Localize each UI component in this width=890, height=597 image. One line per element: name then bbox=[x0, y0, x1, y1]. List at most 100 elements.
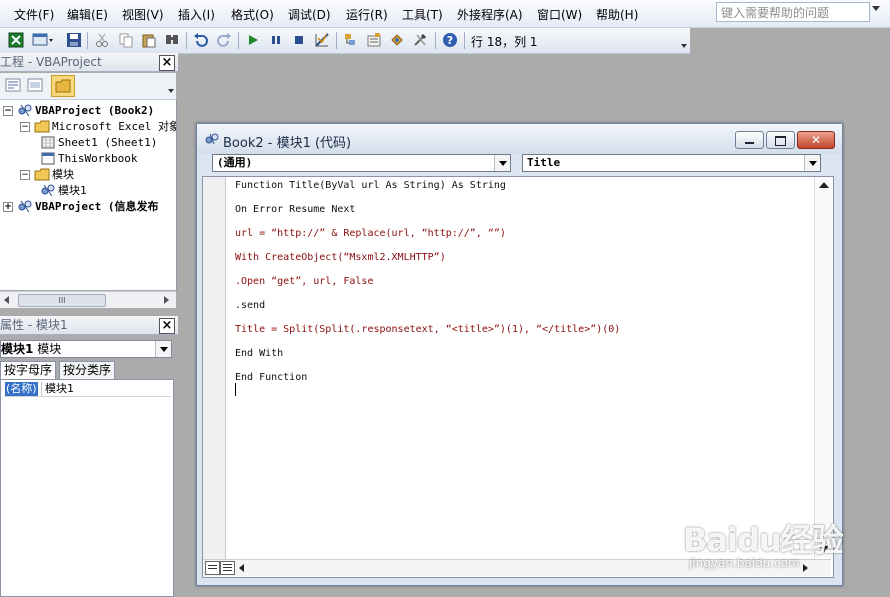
tree-item-label: Sheet1 (Sheet1) bbox=[58, 136, 158, 149]
toolbar-separator bbox=[87, 32, 88, 49]
menu-file[interactable]: 文件(F) bbox=[14, 6, 54, 23]
close-button[interactable]: ✕ bbox=[797, 131, 835, 149]
scroll-up-icon[interactable] bbox=[819, 182, 829, 188]
code-line: Function Title(ByVal url As String) As S… bbox=[235, 180, 506, 191]
watermark-url: jingyan.baidu.com bbox=[689, 556, 800, 570]
code-window-titlebar[interactable]: Book2 - 模块1 (代码) ✕ bbox=[197, 124, 842, 154]
tree-item[interactable]: ThisWorkbook bbox=[0, 152, 176, 166]
scroll-right-icon[interactable] bbox=[803, 564, 808, 572]
properties-icon[interactable] bbox=[366, 32, 382, 48]
code-vertical-scrollbar[interactable] bbox=[814, 177, 832, 559]
menu-format[interactable]: 格式(O) bbox=[231, 6, 274, 23]
menu-bar: 文件(F) 编辑(E) 视图(V) 插入(I) 格式(O) 调试(D) 运行(R… bbox=[0, 0, 890, 28]
project-panel-title: 工程 - VBAProject bbox=[0, 53, 178, 72]
tree-item[interactable]: − Microsoft Excel 对象 bbox=[0, 120, 176, 134]
collapse-icon[interactable]: − bbox=[20, 170, 30, 180]
copy-icon[interactable] bbox=[118, 32, 134, 48]
procedure-combo[interactable]: Title bbox=[522, 154, 821, 172]
project-tree: − VBAProject (Book2) − Microsoft Excel 对象 Sh… bbox=[0, 100, 177, 290]
tab-alphabetic[interactable]: 按字母序 bbox=[0, 361, 57, 379]
minimize-button[interactable] bbox=[735, 131, 764, 149]
expand-icon[interactable]: + bbox=[3, 202, 13, 212]
redo-icon[interactable] bbox=[216, 32, 232, 48]
object-type: 模块 bbox=[37, 342, 62, 356]
toolbox-icon[interactable] bbox=[412, 32, 428, 48]
chevron-down-icon[interactable] bbox=[155, 341, 171, 357]
project-explorer-icon[interactable] bbox=[343, 32, 359, 48]
find-icon[interactable] bbox=[164, 32, 180, 48]
tree-item[interactable]: + VBAProject (信息发布 bbox=[0, 200, 176, 214]
paste-icon[interactable] bbox=[141, 32, 157, 48]
chevron-down-icon[interactable] bbox=[804, 155, 820, 171]
undo-icon[interactable] bbox=[193, 32, 209, 48]
code-line: url = “http://” & Replace(url, “http://”… bbox=[235, 228, 506, 239]
full-module-view-icon[interactable] bbox=[220, 561, 235, 575]
design-mode-icon[interactable] bbox=[314, 32, 330, 48]
scroll-thumb[interactable]: III bbox=[18, 294, 106, 307]
procedure-view-icon[interactable] bbox=[205, 561, 220, 575]
run-icon[interactable] bbox=[245, 32, 261, 48]
margin-indicator-bar[interactable] bbox=[203, 177, 226, 559]
help-dropdown-icon[interactable] bbox=[872, 6, 880, 11]
menu-run[interactable]: 运行(R) bbox=[346, 6, 388, 23]
view-code-icon[interactable] bbox=[5, 78, 21, 92]
tree-item-label: VBAProject (Book2) bbox=[35, 104, 155, 117]
break-icon[interactable] bbox=[268, 32, 284, 48]
help-icon[interactable]: ? bbox=[442, 32, 458, 48]
restore-button[interactable] bbox=[766, 131, 795, 149]
tree-item-label: 模块 bbox=[52, 168, 74, 181]
collapse-icon[interactable]: − bbox=[3, 106, 13, 116]
tab-categorized[interactable]: 按分类序 bbox=[59, 361, 116, 379]
scroll-left-icon[interactable] bbox=[239, 564, 244, 572]
grid-divider bbox=[41, 382, 42, 396]
cursor-position-readout: 行 18，列 1 bbox=[471, 35, 538, 49]
code-line: .send bbox=[235, 300, 266, 311]
reset-icon[interactable] bbox=[291, 32, 307, 48]
cut-icon[interactable] bbox=[94, 32, 110, 48]
save-icon[interactable] bbox=[66, 32, 82, 48]
folder-icon bbox=[34, 168, 50, 181]
property-name: (名称) bbox=[5, 382, 38, 396]
toolbar-separator bbox=[238, 32, 239, 49]
menu-window[interactable]: 窗口(W) bbox=[537, 6, 582, 23]
menu-view[interactable]: 视图(V) bbox=[122, 6, 164, 23]
property-row[interactable]: (名称) 模块1 bbox=[3, 382, 171, 397]
tree-item[interactable]: 模块1 bbox=[0, 184, 176, 198]
project-panel-toolbar bbox=[0, 73, 176, 100]
vba-project-icon bbox=[17, 200, 33, 213]
tree-item[interactable]: − 模块 bbox=[0, 168, 176, 182]
menu-insert[interactable]: 插入(I) bbox=[178, 6, 215, 23]
menu-help[interactable]: 帮助(H) bbox=[596, 6, 638, 23]
object-browser-icon[interactable] bbox=[389, 32, 405, 48]
menu-addins[interactable]: 外接程序(A) bbox=[457, 6, 523, 23]
code-line: Title = Split(Split(.responsetext, “<tit… bbox=[235, 324, 621, 335]
minimize-icon bbox=[745, 142, 754, 144]
project-horizontal-scrollbar[interactable]: III bbox=[0, 291, 176, 308]
excel-icon[interactable] bbox=[8, 32, 24, 48]
collapse-icon[interactable]: − bbox=[20, 122, 30, 132]
code-line: End Function bbox=[235, 372, 308, 383]
toolbar-separator bbox=[435, 32, 436, 49]
menu-debug[interactable]: 调试(D) bbox=[288, 6, 331, 23]
tree-item[interactable]: Sheet1 (Sheet1) bbox=[0, 136, 176, 150]
help-search-input[interactable]: 键入需要帮助的问题 bbox=[716, 2, 870, 22]
toggle-folders-button[interactable] bbox=[51, 75, 75, 97]
procedure-combo-value: Title bbox=[527, 156, 561, 169]
property-value[interactable]: 模块1 bbox=[45, 382, 74, 396]
chevron-down-icon[interactable] bbox=[494, 155, 510, 171]
properties-object-select[interactable]: 模块1 模块 bbox=[0, 340, 172, 358]
scroll-right-icon[interactable] bbox=[164, 296, 169, 304]
tree-item[interactable]: − VBAProject (Book2) bbox=[0, 104, 176, 118]
object-combo[interactable]: (通用) bbox=[212, 154, 511, 172]
menu-edit[interactable]: 编辑(E) bbox=[67, 6, 108, 23]
folder-icon bbox=[55, 79, 71, 93]
view-object-icon[interactable] bbox=[27, 78, 43, 92]
scroll-left-icon[interactable] bbox=[4, 296, 9, 304]
menu-tools[interactable]: 工具(T) bbox=[402, 6, 443, 23]
close-icon[interactable]: × bbox=[159, 318, 175, 334]
insert-userform-icon[interactable] bbox=[32, 32, 54, 48]
panel-options-icon[interactable] bbox=[168, 89, 174, 93]
close-icon[interactable]: × bbox=[159, 55, 175, 71]
toolbar-options-icon[interactable] bbox=[681, 44, 687, 48]
code-window-title: Book2 - 模块1 (代码) bbox=[223, 136, 352, 151]
